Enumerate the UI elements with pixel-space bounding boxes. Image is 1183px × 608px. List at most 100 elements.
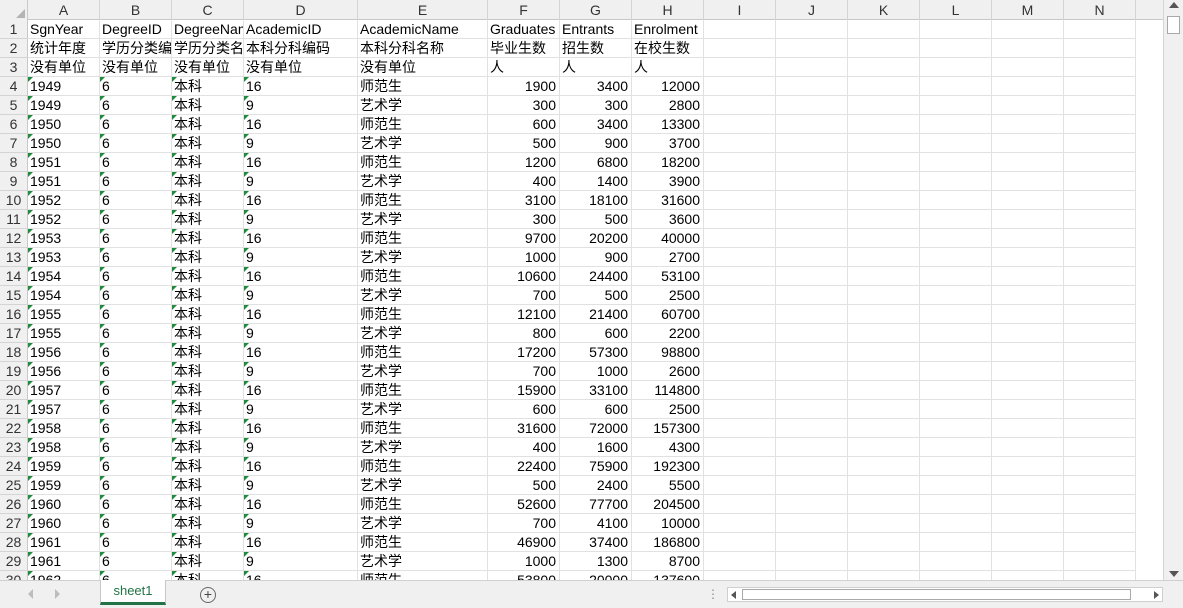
cell-e17[interactable]: 艺术学 [358,324,488,343]
cell-f7[interactable]: 500 [488,134,560,153]
cell-k8[interactable] [848,153,920,172]
cell-b21[interactable]: 6 [100,400,172,419]
cell-c20[interactable]: 本科 [172,381,244,400]
cell-b29[interactable]: 6 [100,552,172,571]
cell-b28[interactable]: 6 [100,533,172,552]
cell-c24[interactable]: 本科 [172,457,244,476]
cell-n6[interactable] [1064,115,1136,134]
cell-b22[interactable]: 6 [100,419,172,438]
cell-j9[interactable] [776,172,848,191]
cell-f23[interactable]: 400 [488,438,560,457]
cell-f15[interactable]: 700 [488,286,560,305]
cell-h29[interactable]: 8700 [632,552,704,571]
cell-b23[interactable]: 6 [100,438,172,457]
cell-c29[interactable]: 本科 [172,552,244,571]
cell-e15[interactable]: 艺术学 [358,286,488,305]
cell-h1[interactable]: Enrolment [632,20,704,39]
cell-m5[interactable] [992,96,1064,115]
cell-n19[interactable] [1064,362,1136,381]
column-header-g[interactable]: G [560,0,632,20]
cell-g28[interactable]: 37400 [560,533,632,552]
cell-a15[interactable]: 1954 [28,286,100,305]
cell-m23[interactable] [992,438,1064,457]
row-header[interactable]: 7 [0,134,28,153]
cell-b20[interactable]: 6 [100,381,172,400]
cell-i5[interactable] [704,96,776,115]
cell-c26[interactable]: 本科 [172,495,244,514]
cell-g4[interactable]: 3400 [560,77,632,96]
cell-i11[interactable] [704,210,776,229]
cell-j23[interactable] [776,438,848,457]
cell-c18[interactable]: 本科 [172,343,244,362]
cell-h7[interactable]: 3700 [632,134,704,153]
row-header[interactable]: 30 [0,571,28,580]
cell-c6[interactable]: 本科 [172,115,244,134]
cell-d25[interactable]: 9 [244,476,358,495]
cell-i7[interactable] [704,134,776,153]
cell-m1[interactable] [992,20,1064,39]
cell-l20[interactable] [920,381,992,400]
cell-j10[interactable] [776,191,848,210]
cell-d22[interactable]: 16 [244,419,358,438]
cell-i24[interactable] [704,457,776,476]
cell-d11[interactable]: 9 [244,210,358,229]
cell-n9[interactable] [1064,172,1136,191]
cell-d15[interactable]: 9 [244,286,358,305]
cell-f4[interactable]: 1900 [488,77,560,96]
cell-n29[interactable] [1064,552,1136,571]
cell-g11[interactable]: 500 [560,210,632,229]
cell-e13[interactable]: 艺术学 [358,248,488,267]
cell-d1[interactable]: AcademicID [244,20,358,39]
splitter-dots-icon[interactable]: ⋮ [707,587,719,601]
horizontal-scrollbar[interactable] [727,587,1163,602]
cell-b12[interactable]: 6 [100,229,172,248]
cell-e10[interactable]: 师范生 [358,191,488,210]
cell-e26[interactable]: 师范生 [358,495,488,514]
cell-a17[interactable]: 1955 [28,324,100,343]
cell-e24[interactable]: 师范生 [358,457,488,476]
cell-b6[interactable]: 6 [100,115,172,134]
cell-n27[interactable] [1064,514,1136,533]
cell-n16[interactable] [1064,305,1136,324]
cell-l7[interactable] [920,134,992,153]
column-header-b[interactable]: B [100,0,172,20]
cell-a3[interactable]: 没有单位 [28,58,100,77]
cell-d7[interactable]: 9 [244,134,358,153]
cell-k22[interactable] [848,419,920,438]
cell-c10[interactable]: 本科 [172,191,244,210]
cell-i15[interactable] [704,286,776,305]
cell-l13[interactable] [920,248,992,267]
row-header[interactable]: 27 [0,514,28,533]
cell-c17[interactable]: 本科 [172,324,244,343]
cell-g23[interactable]: 1600 [560,438,632,457]
cell-a16[interactable]: 1955 [28,305,100,324]
horizontal-scroll-thumb[interactable] [742,589,1131,600]
cell-c14[interactable]: 本科 [172,267,244,286]
cell-a11[interactable]: 1952 [28,210,100,229]
cell-j3[interactable] [776,58,848,77]
cell-i28[interactable] [704,533,776,552]
cell-c19[interactable]: 本科 [172,362,244,381]
cell-l21[interactable] [920,400,992,419]
row-header[interactable]: 2 [0,39,28,58]
cell-g21[interactable]: 600 [560,400,632,419]
cell-d4[interactable]: 16 [244,77,358,96]
cell-k11[interactable] [848,210,920,229]
cell-n21[interactable] [1064,400,1136,419]
cell-m7[interactable] [992,134,1064,153]
cell-h6[interactable]: 13300 [632,115,704,134]
cell-b10[interactable]: 6 [100,191,172,210]
cell-h5[interactable]: 2800 [632,96,704,115]
cell-d28[interactable]: 16 [244,533,358,552]
cell-f17[interactable]: 800 [488,324,560,343]
cell-j22[interactable] [776,419,848,438]
cell-b25[interactable]: 6 [100,476,172,495]
cell-a24[interactable]: 1959 [28,457,100,476]
cell-m26[interactable] [992,495,1064,514]
cell-i12[interactable] [704,229,776,248]
cell-c23[interactable]: 本科 [172,438,244,457]
cell-n25[interactable] [1064,476,1136,495]
scroll-up-arrow-icon[interactable] [1169,2,1179,8]
cell-f14[interactable]: 10600 [488,267,560,286]
vertical-scroll-thumb[interactable] [1167,16,1180,34]
